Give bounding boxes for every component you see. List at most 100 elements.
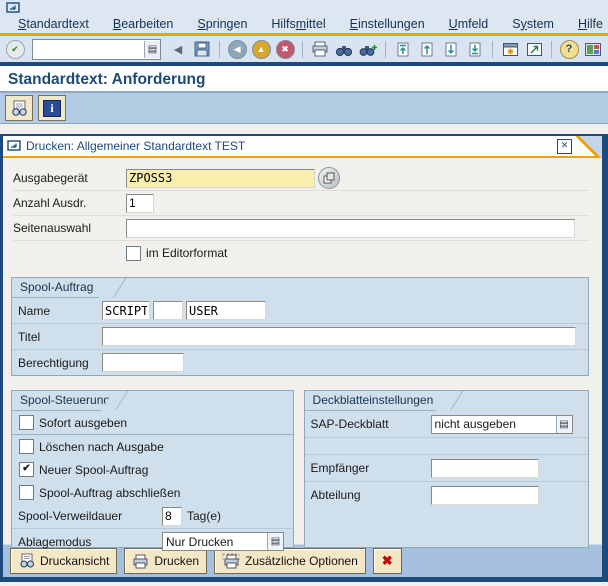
recipient-input[interactable] xyxy=(431,459,539,478)
page-up-button[interactable] xyxy=(416,38,438,60)
page-up-icon xyxy=(420,41,434,57)
sap-system-menu-icon[interactable] xyxy=(6,2,21,13)
additional-options-button-label: Zusätzliche Optionen xyxy=(245,554,358,568)
back-button[interactable]: ◀ xyxy=(226,38,248,60)
print-preview-button-label: Druckansicht xyxy=(40,554,109,568)
spool-title-label: Titel xyxy=(18,330,102,344)
enter-button[interactable]: ✔ xyxy=(4,38,26,60)
immediate-output-checkbox[interactable] xyxy=(19,415,34,430)
first-page-icon xyxy=(396,41,410,57)
menu-hilfe[interactable]: Hilfe xyxy=(578,17,603,31)
background-gap xyxy=(0,124,608,134)
find-next-icon xyxy=(359,42,377,57)
menu-bearbeiten[interactable]: Bearbeiten xyxy=(113,17,173,31)
collapse-toolbar-button[interactable]: ◀ xyxy=(167,38,189,60)
sap-cover-select[interactable]: nicht ausgeben ▤ xyxy=(431,415,573,434)
immediate-output-row: Sofort ausgeben xyxy=(12,411,293,435)
page-down-icon xyxy=(444,41,458,57)
left-triangle-icon: ◀ xyxy=(174,43,182,56)
help-icon: ? xyxy=(560,40,579,59)
storage-mode-dropdown-icon[interactable]: ▤ xyxy=(267,533,283,550)
print-icon xyxy=(132,554,149,569)
dialog-titlebar[interactable]: Drucken: Allgemeiner Standardtext TEST ✕ xyxy=(3,136,602,156)
close-spool-request-checkbox[interactable] xyxy=(19,485,34,500)
retention-row: Spool-Verweildauer Tag(e) xyxy=(12,504,293,529)
application-toolbar: i xyxy=(0,93,608,124)
recipient-row: Empfänger xyxy=(305,455,588,482)
menu-standardtext[interactable]: Standardtext xyxy=(18,17,89,31)
cancel-button[interactable]: ✖ xyxy=(274,38,296,60)
dialog-window-icon xyxy=(7,140,21,152)
find-next-button[interactable] xyxy=(357,38,379,60)
exit-button[interactable]: ▲ xyxy=(250,38,272,60)
output-device-matchcode-button[interactable] xyxy=(318,167,340,189)
print-button-label: Drucken xyxy=(154,554,199,568)
spool-request-group: Spool-Auftrag Name Titel Berechtigung xyxy=(11,277,589,376)
spool-name-part2-input[interactable] xyxy=(153,301,183,320)
sap-cover-dropdown-icon[interactable]: ▤ xyxy=(556,416,572,433)
storage-mode-value: Nur Drucken xyxy=(163,535,267,549)
dialog-columns: Spool-Steuerung Sofort ausgeben Löschen … xyxy=(11,390,589,548)
last-page-button[interactable] xyxy=(464,38,486,60)
department-input[interactable] xyxy=(431,486,539,505)
delete-after-output-row: Löschen nach Ausgabe xyxy=(12,435,293,458)
menu-system[interactable]: System xyxy=(512,17,554,31)
new-session-button[interactable] xyxy=(499,38,521,60)
output-device-label: Ausgabegerät xyxy=(13,171,126,185)
editor-format-checkbox[interactable] xyxy=(126,246,141,261)
dialog-close-button[interactable]: ✕ xyxy=(557,139,572,154)
spool-name-part1-input[interactable] xyxy=(102,301,150,320)
cancel-dialog-button[interactable]: ✖ xyxy=(373,548,402,574)
new-session-icon xyxy=(502,42,519,57)
printer-options-icon xyxy=(222,553,240,569)
copies-input[interactable] xyxy=(126,194,154,213)
info-button[interactable]: i xyxy=(38,95,66,121)
storage-mode-select[interactable]: Nur Drucken ▤ xyxy=(162,532,284,551)
new-spool-request-checkbox[interactable]: ✔ xyxy=(19,462,34,477)
output-device-row: Ausgabegerät xyxy=(13,166,589,191)
copies-row: Anzahl Ausdr. xyxy=(13,191,589,216)
dialog-corner-decoration xyxy=(576,136,602,158)
spool-request-group-title: Spool-Auftrag xyxy=(12,278,110,298)
spool-title-input[interactable] xyxy=(102,327,576,346)
menu-einstellungen[interactable]: Einstellungen xyxy=(350,17,425,31)
copies-label: Anzahl Ausdr. xyxy=(13,196,126,210)
exit-icon: ▲ xyxy=(252,40,271,59)
dialog-title: Drucken: Allgemeiner Standardtext TEST xyxy=(26,139,245,153)
menu-hilfsmittel[interactable]: Hilfsmittel xyxy=(271,17,325,31)
command-input[interactable] xyxy=(33,41,144,58)
department-label: Abteilung xyxy=(311,488,431,502)
menu-umfeld[interactable]: Umfeld xyxy=(449,17,489,31)
save-button[interactable] xyxy=(191,38,213,60)
help-button[interactable]: ? xyxy=(558,38,580,60)
spool-name-part3-input[interactable] xyxy=(186,301,266,320)
delete-after-output-checkbox[interactable] xyxy=(19,439,34,454)
recipient-label: Empfänger xyxy=(311,461,431,475)
print-button[interactable] xyxy=(309,38,331,60)
find-button[interactable] xyxy=(333,38,355,60)
close-spool-request-label: Spool-Auftrag abschließen xyxy=(39,486,180,500)
new-spool-request-row: ✔ Neuer Spool-Auftrag xyxy=(12,458,293,481)
command-history-dropdown-icon[interactable]: ▤ xyxy=(144,41,160,58)
page-down-button[interactable] xyxy=(440,38,462,60)
output-device-input[interactable] xyxy=(126,169,315,188)
sap-window: Standardtext Bearbeiten Springen Hilfsmi… xyxy=(0,0,608,586)
retention-input[interactable] xyxy=(162,507,182,526)
spool-authorization-input[interactable] xyxy=(102,353,184,372)
print-preview-icon xyxy=(10,100,28,117)
menubar: Standardtext Bearbeiten Springen Hilfsmi… xyxy=(0,14,608,33)
print-preview-button[interactable] xyxy=(5,95,33,121)
customize-layout-button[interactable] xyxy=(582,38,604,60)
spool-control-group-title: Spool-Steuerung xyxy=(12,391,112,411)
page-selection-input[interactable] xyxy=(126,219,575,238)
cover-settings-group: Deckblatteinstellungen SAP-Deckblatt nic… xyxy=(304,390,589,548)
first-page-button[interactable] xyxy=(392,38,414,60)
customize-layout-icon xyxy=(584,42,602,57)
cover-spacer-row xyxy=(305,438,588,455)
create-shortcut-icon xyxy=(526,42,543,57)
create-shortcut-button[interactable] xyxy=(523,38,545,60)
page-selection-label: Seitenauswahl xyxy=(13,221,126,235)
menu-springen[interactable]: Springen xyxy=(197,17,247,31)
cancel-icon: ✖ xyxy=(276,40,295,59)
command-field[interactable]: ▤ xyxy=(32,39,161,60)
